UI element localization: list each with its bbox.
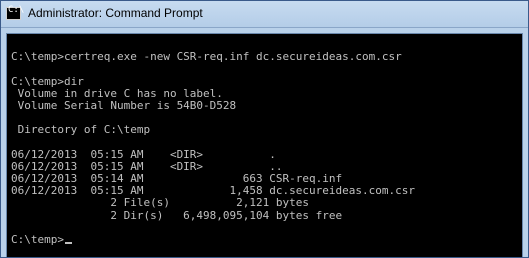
file-summary: 2 File(s) 2,121 bytes [11, 196, 310, 210]
prompt-text: C:\temp> [11, 233, 64, 246]
command-prompt-icon[interactable]: C:\ [6, 5, 25, 20]
console-line-command: C:\temp>certreq.exe -new CSR-req.inf dc.… [11, 50, 402, 64]
text-cursor [64, 242, 72, 244]
console-output[interactable]: C:\temp>certreq.exe -new CSR-req.inf dc.… [6, 33, 523, 257]
console-line-command: C:\temp>dir [11, 74, 84, 88]
icon-glyph: C:\ [8, 5, 25, 15]
console-line: Directory of C:\temp [11, 123, 151, 137]
window-title: Administrator: Command Prompt [28, 6, 203, 20]
dir-summary: 2 Dir(s) 6,498,095,104 bytes free [11, 208, 343, 222]
title-bar[interactable]: C:\ Administrator: Command Prompt [1, 1, 528, 28]
console-line: Volume Serial Number is 54B0-D528 [11, 98, 237, 112]
command-prompt-window: C:\ Administrator: Command Prompt C:\tem… [0, 0, 529, 258]
command-prompt-line[interactable]: C:\temp> [11, 233, 522, 246]
